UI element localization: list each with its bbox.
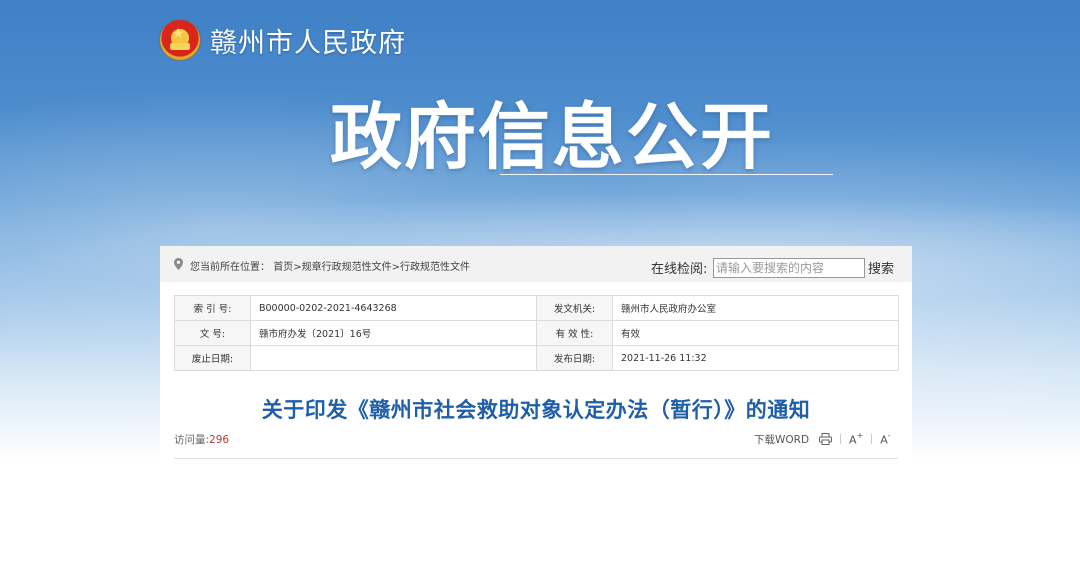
breadcrumb-separator: > [293, 262, 302, 273]
emblem-icon [160, 20, 200, 60]
validity-value: 有效 [612, 320, 899, 346]
breadcrumb-normative-docs[interactable]: 行政规范性文件 [400, 262, 470, 273]
site-header[interactable]: 赣州市人民政府 [160, 18, 406, 62]
issuer-value: 赣州市人民政府办公室 [612, 295, 899, 321]
banner-underline [500, 174, 833, 175]
font-increase-sign: + [856, 430, 864, 440]
site-name[interactable]: 赣州市人民政府 [210, 21, 406, 60]
print-icon[interactable] [819, 433, 833, 445]
breadcrumb: 您当前所在位置： 首页>规章行政规范性文件>行政规范性文件 [190, 258, 470, 273]
banner-title: 政府信息公开 [330, 95, 775, 179]
font-increase-letter: A [849, 433, 857, 447]
document-title: 关于印发《赣州市社会救助对象认定办法（暂行）》的通知 [261, 398, 811, 422]
expire-date-value [250, 345, 537, 371]
index-no-value: B00000-0202-2021-4643268 [250, 295, 537, 321]
view-count-label: 访问量: [174, 434, 210, 446]
table-row: 文 号: 赣市府办发〔2021〕16号 有 效 性: 有效 [174, 320, 899, 346]
table-row: 索 引 号: B00000-0202-2021-4643268 发文机关: 赣州… [174, 295, 899, 321]
font-increase-button[interactable]: A+ [849, 430, 864, 447]
breadcrumb-regulations[interactable]: 规章行政规范性文件 [302, 262, 392, 273]
publish-date-value: 2021-11-26 11:32 [612, 345, 899, 371]
doc-no-value: 赣市府办发〔2021〕16号 [250, 320, 537, 346]
metadata-table: 索 引 号: B00000-0202-2021-4643268 发文机关: 赣州… [174, 295, 899, 371]
expire-date-label: 废止日期: [174, 345, 251, 371]
location-pin-icon [174, 258, 183, 270]
search-label: 在线检阅: [651, 262, 708, 277]
content-divider [174, 458, 898, 459]
search-button[interactable]: 搜索 [868, 258, 894, 277]
toolbar-divider [871, 434, 873, 444]
location-bar: 您当前所在位置： 首页>规章行政规范性文件>行政规范性文件 在线检阅: 搜索 [160, 246, 912, 282]
breadcrumb-home[interactable]: 首页 [273, 262, 293, 273]
download-word-button[interactable]: 下载WORD [754, 432, 809, 447]
font-decrease-button[interactable]: A- [880, 430, 891, 447]
view-count-value: 296 [209, 434, 230, 446]
view-count: 访问量:296 [174, 432, 229, 447]
validity-label: 有 效 性: [536, 320, 613, 346]
document-toolbar: 下载WORD A+ A- [754, 431, 891, 447]
publish-date-label: 发布日期: [536, 345, 613, 371]
index-no-label: 索 引 号: [174, 295, 251, 321]
issuer-label: 发文机关: [536, 295, 613, 321]
breadcrumb-separator: > [391, 262, 400, 273]
toolbar-divider [840, 434, 842, 444]
font-decrease-sign: - [887, 430, 891, 440]
content-panel: 您当前所在位置： 首页>规章行政规范性文件>行政规范性文件 在线检阅: 搜索 索… [160, 246, 912, 486]
table-row: 废止日期: 发布日期: 2021-11-26 11:32 [174, 345, 899, 371]
font-decrease-letter: A [880, 433, 888, 447]
breadcrumb-prefix: 您当前所在位置： [190, 262, 270, 273]
doc-no-label: 文 号: [174, 320, 251, 346]
search-input[interactable] [713, 258, 865, 278]
